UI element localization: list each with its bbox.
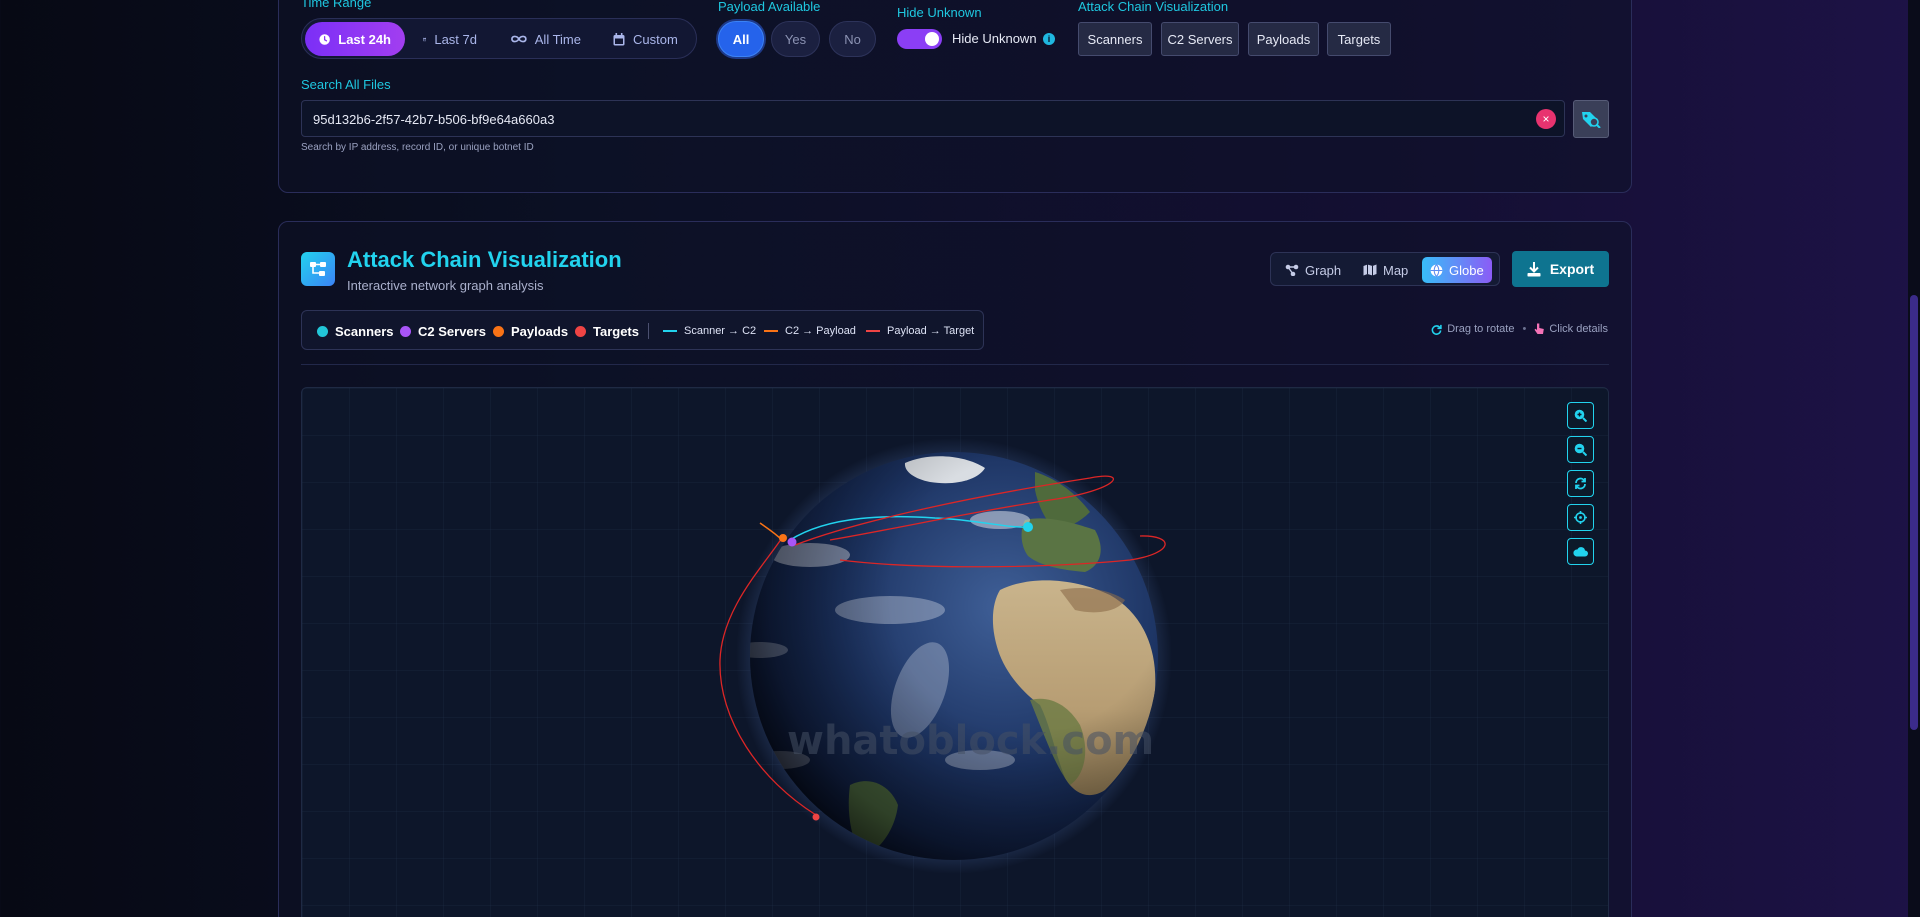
clouds-toggle-button[interactable] [1567,538,1594,565]
crosshair-icon [1574,511,1587,524]
sync-icon [1575,477,1586,490]
zoom-out-button[interactable] [1567,436,1594,463]
center-button[interactable] [1567,504,1594,531]
scanner-node[interactable] [1023,522,1033,532]
globe-svg[interactable] [0,0,1920,917]
globe-shading [750,452,1158,860]
zoom-in-button[interactable] [1567,402,1594,429]
payload-node[interactable] [779,534,787,542]
cloud-icon [1573,547,1588,557]
c2-server-node[interactable] [787,537,797,547]
zoom-in-icon [1574,409,1587,422]
reset-rotation-button[interactable] [1567,470,1594,497]
zoom-out-icon [1574,443,1587,456]
watermark: whatoblock.com [787,718,1155,764]
target-node[interactable] [812,813,820,821]
